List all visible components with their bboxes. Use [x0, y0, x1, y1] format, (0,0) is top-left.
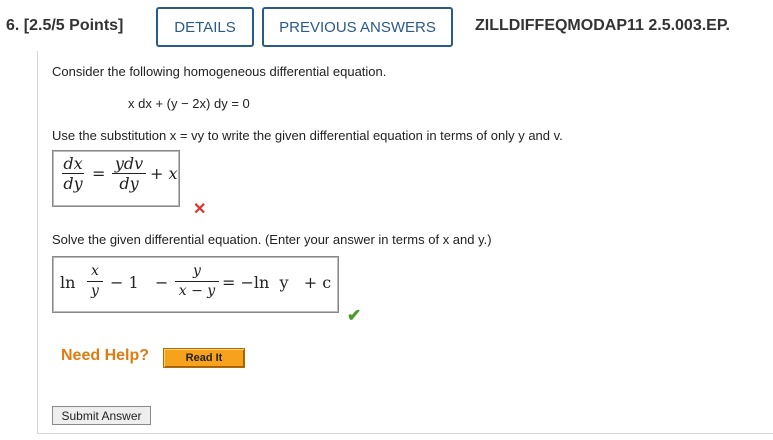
equals-sign: =: [92, 164, 106, 183]
check-mark-icon: ✔: [347, 306, 362, 325]
fraction-denominator: dy: [119, 174, 139, 193]
read-it-button[interactable]: Read It: [163, 348, 245, 368]
right-hand-side: = −ln y + c: [222, 273, 332, 292]
instruction-substitution: Use the substitution x = vy to write the…: [52, 128, 563, 143]
fraction-numerator: x: [91, 263, 99, 279]
fraction-y-over-x-minus-y: y x − y: [175, 263, 219, 300]
fraction-denominator: x − y: [178, 283, 216, 299]
fraction-bar: [87, 281, 103, 282]
ln-text: ln: [60, 273, 76, 292]
fraction-denominator: y: [91, 283, 99, 299]
fraction-dx-dy: dx dy: [62, 155, 84, 192]
problem-intro: Consider the following homogeneous diffe…: [52, 64, 387, 79]
details-button[interactable]: DETAILS: [156, 7, 254, 47]
need-help-label: Need Help?: [61, 347, 150, 364]
question-code: ZILLDIFFEQMODAP11 2.5.003.EP.: [475, 17, 730, 34]
fraction-bar: [175, 281, 219, 282]
minus-one-term: − 1: [110, 273, 139, 292]
plus-x-term: + x: [150, 164, 178, 183]
question-number: 6. [2.5/5 Points]: [6, 17, 124, 34]
fraction-ydv-dy: ydv dy: [112, 155, 146, 192]
fraction-denominator: dy: [63, 174, 83, 193]
previous-answers-button[interactable]: PREVIOUS ANSWERS: [262, 7, 453, 47]
fraction-numerator: ydv: [114, 154, 144, 173]
instruction-solve: Solve the given differential equation. (…: [52, 232, 492, 247]
fraction-x-y: x y: [87, 263, 103, 300]
submit-answer-button[interactable]: Submit Answer: [52, 406, 151, 425]
x-mark-icon: ✕: [193, 201, 207, 218]
fraction-numerator: y: [193, 263, 201, 279]
fraction-numerator: dx: [63, 154, 83, 173]
problem-equation: x dx + (y − 2x) dy = 0: [128, 96, 250, 111]
minus-sign: −: [155, 273, 169, 292]
question-header: 6. [2.5/5 Points] DETAILS PREVIOUS ANSWE…: [0, 0, 773, 50]
